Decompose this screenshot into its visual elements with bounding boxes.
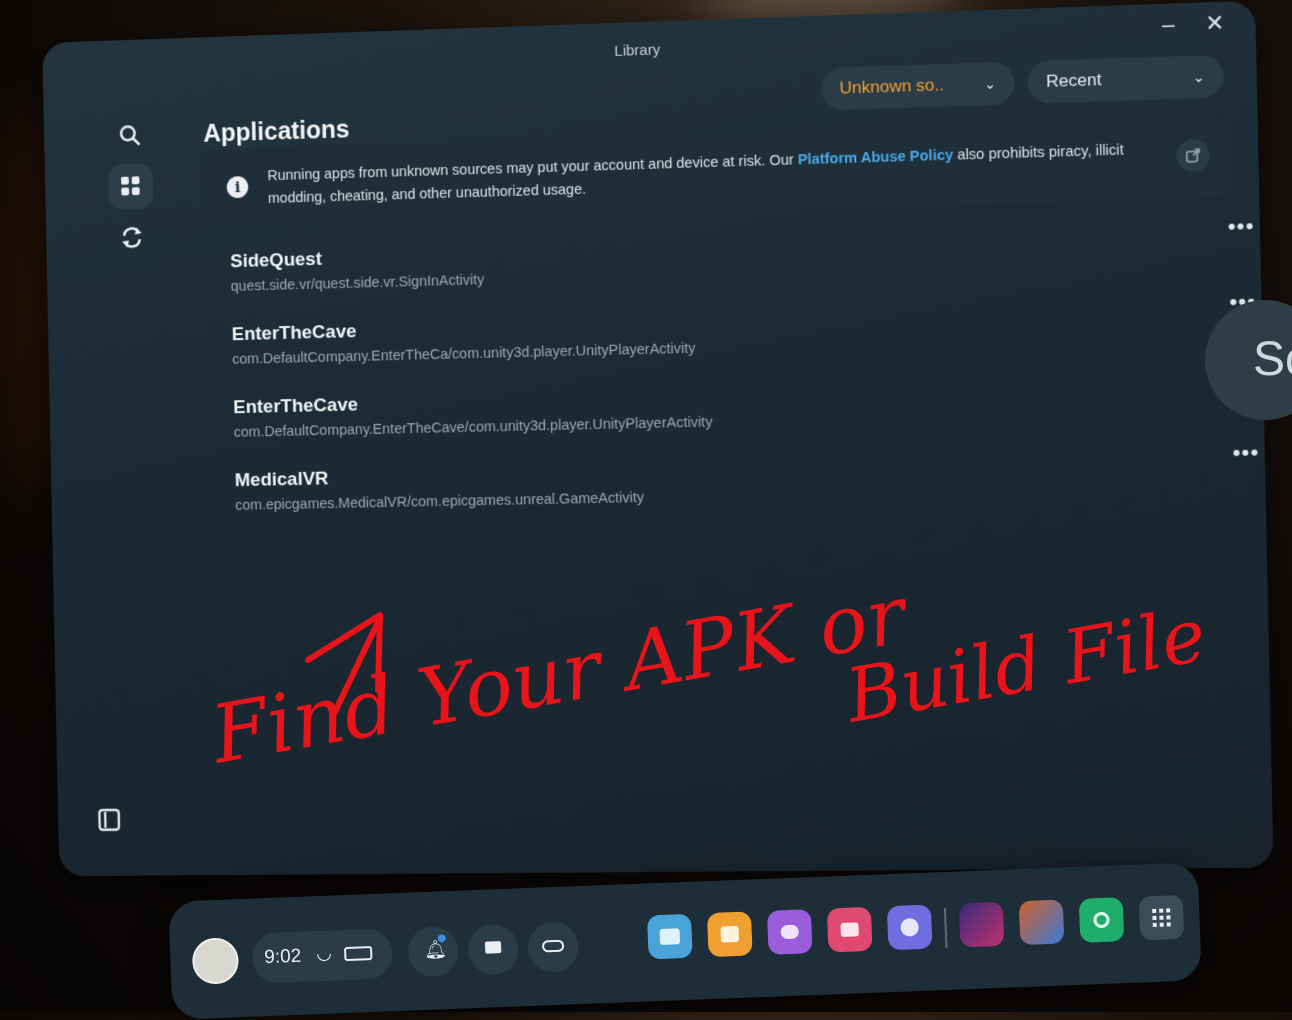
app-library-icon[interactable] [1139,895,1185,941]
app-list-item[interactable]: SideQuest quest.side.vr/quest.side.vr.Si… [230,224,1235,315]
grid-icon [120,175,142,197]
open-external-button[interactable] [1176,139,1210,173]
clock: 9:02 [264,946,302,969]
app-list-item[interactable]: MedicalVR com.epicgames.MedicalVR/com.ep… [235,450,1241,534]
sort-dropdown[interactable]: Recent ⌄ [1027,55,1224,104]
minimize-button[interactable]: – [1162,12,1175,39]
sidebar-toggle-button[interactable] [87,797,132,843]
taskbar-divider [944,908,948,948]
chevron-down-icon: ⌄ [984,75,996,93]
notice-text: Running apps from unknown sources may pu… [267,139,1150,211]
system-taskbar: 9:02 ◡ 🔔︎ [168,862,1202,1019]
sidebar-sync-button[interactable] [109,214,154,260]
cast-button[interactable] [467,923,519,975]
source-filter-dropdown[interactable]: Unknown so.. ⌄ [821,62,1015,111]
game-app-icon[interactable] [1019,899,1065,945]
headset-button[interactable] [527,921,579,973]
search-icon [118,123,142,147]
people-app-icon[interactable] [767,909,813,955]
app-list-item[interactable]: EnterTheCave com.DefaultCompany.EnterThe… [233,374,1238,460]
source-filter-label: Unknown so.. [839,75,944,99]
external-link-icon [1185,147,1202,164]
sort-label: Recent [1046,70,1102,92]
status-pill[interactable]: 9:02 ◡ [251,928,393,983]
headset-icon [542,940,564,953]
app-list-item[interactable]: EnterTheCave com.DefaultCompany.EnterThe… [232,299,1237,388]
bell-icon: 🔔︎ [424,939,448,961]
close-button[interactable]: ✕ [1205,10,1225,37]
notifications-button[interactable]: 🔔︎ [407,926,459,978]
platform-abuse-policy-link[interactable]: Platform Abuse Policy [798,148,954,169]
side-tab-text: Sc [1253,332,1292,387]
sync-icon [119,224,145,250]
more-options-button[interactable]: ••• [1232,439,1260,466]
battery-icon [344,946,373,961]
more-options-button[interactable]: ••• [1227,213,1255,240]
unknown-sources-notice: i Running apps from unknown sources may … [199,118,1233,227]
files-app-icon[interactable] [647,914,693,960]
game-app-icon[interactable] [959,902,1005,948]
sidebar-library-button[interactable] [108,163,153,210]
settings-app-icon[interactable] [1079,897,1125,943]
app-grid-icon [1151,907,1172,928]
cast-icon [485,941,501,954]
camera-app-icon[interactable] [827,907,873,953]
avatar[interactable] [192,937,240,985]
notice-text-start: Running apps from unknown sources may pu… [267,152,798,184]
panel-icon [97,808,121,832]
page-title: Applications [203,115,350,148]
store-app-icon[interactable] [707,911,753,957]
chevron-down-icon: ⌄ [1192,68,1205,86]
sidebar-search-button[interactable] [107,112,152,159]
info-icon: i [227,176,249,198]
browser-app-icon[interactable] [887,905,933,951]
wifi-icon: ◡ [316,943,333,965]
